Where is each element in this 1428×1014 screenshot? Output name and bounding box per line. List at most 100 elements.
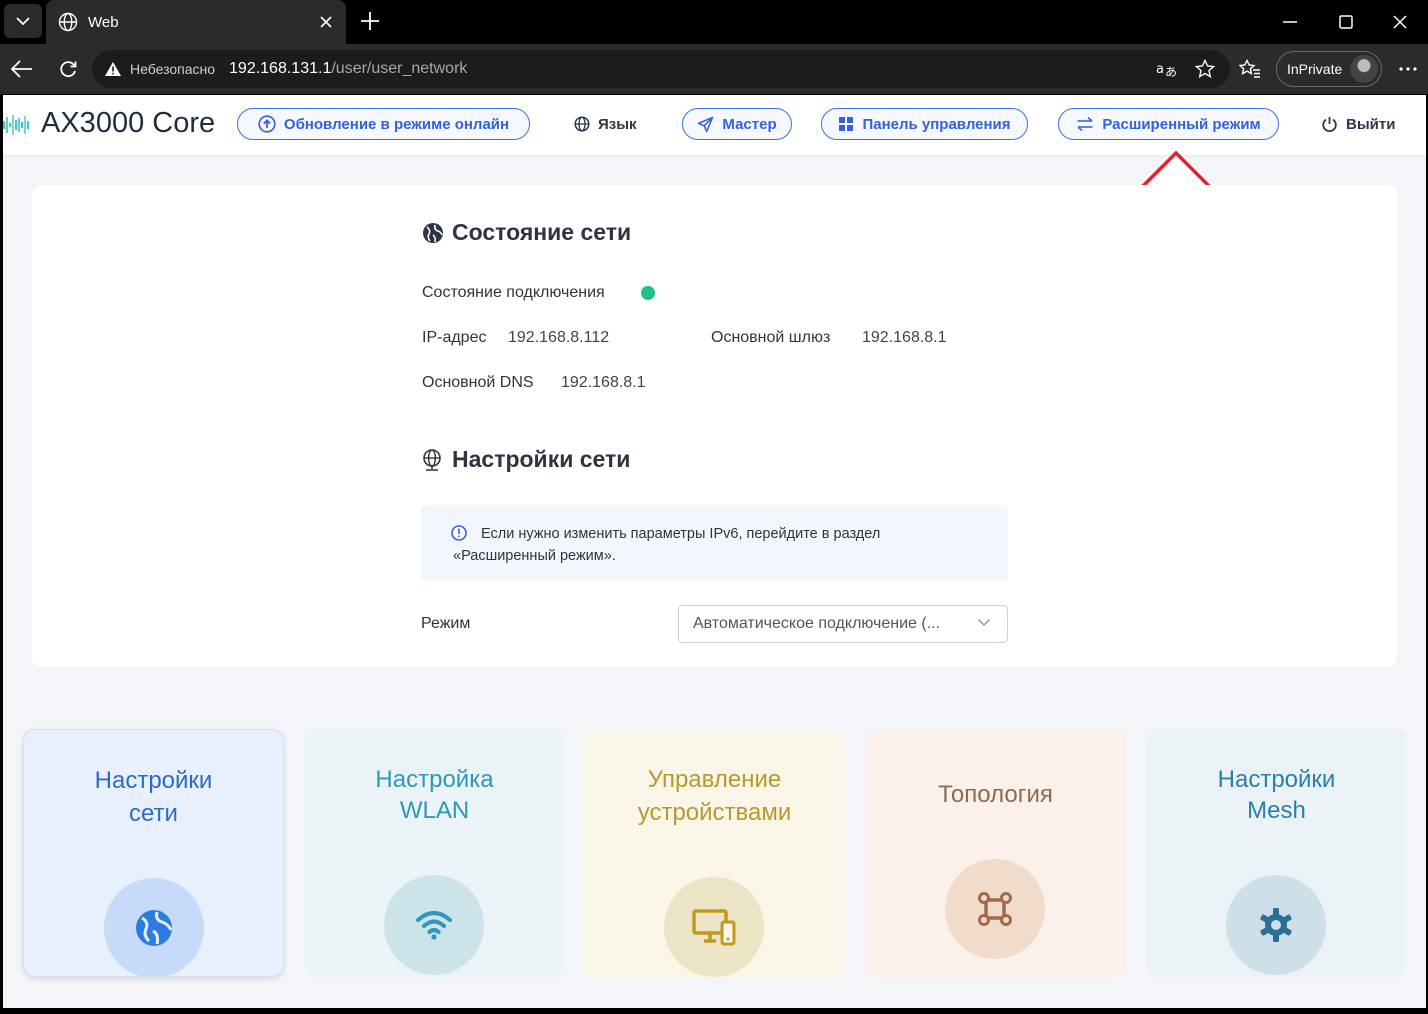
topology-icon [945, 859, 1045, 959]
mode-select[interactable]: Автоматическое подключение (... [678, 605, 1008, 643]
tile-topology[interactable]: Топология [865, 729, 1126, 977]
warning-icon [105, 62, 121, 76]
globe-icon [423, 222, 443, 243]
online-update-button[interactable]: Обновление в режиме онлайн [237, 108, 530, 140]
tile-mesh-settings[interactable]: Настройки Mesh [1146, 729, 1407, 977]
ipv6-notice: Если нужно изменить параметры IPv6, пере… [421, 505, 1008, 581]
router-web-page: AX3000 Core Обновление в режиме онлайн Я… [3, 95, 1426, 1008]
network-card: Состояние сети Состояние подключения IP-… [32, 185, 1397, 667]
tile-label-line1: Настройки [1217, 766, 1336, 793]
translate-icon: aあ [1156, 62, 1177, 79]
favorite-button[interactable] [1190, 56, 1220, 82]
mode-label: Режим [421, 615, 471, 632]
wizard-button[interactable]: Мастер [682, 108, 792, 140]
tile-label-line1: Настройка [375, 766, 494, 793]
chevron-down-icon [16, 17, 30, 26]
dns-label: Основной DNS [422, 374, 534, 391]
tile-label-line2: WLAN [399, 797, 470, 824]
minimize-icon [1283, 21, 1297, 23]
globe-icon [58, 12, 78, 32]
dashboard-icon [839, 117, 854, 131]
language-button[interactable]: Язык [574, 108, 637, 140]
plus-icon [361, 12, 379, 30]
browser-titlebar: Web [0, 0, 1428, 44]
url-host: 192.168.131.1 [229, 60, 332, 77]
advanced-mode-button[interactable]: Расширенный режим [1058, 108, 1279, 140]
bottom-border [0, 1008, 1428, 1014]
brand-title: AX3000 Core [41, 107, 216, 139]
network-status-title-text: Состояние сети [452, 219, 632, 245]
tile-label-line2: устройствами [637, 799, 792, 826]
security-label: Небезопасно [130, 61, 216, 77]
refresh-button[interactable] [50, 52, 86, 86]
more-menu-button[interactable] [1390, 52, 1426, 86]
logo-icon [3, 115, 29, 135]
gateway-value: 192.168.8.1 [862, 329, 947, 346]
gear-icon [1226, 875, 1326, 975]
ip-address-value: 192.168.8.112 [508, 329, 610, 346]
logout-button[interactable]: Выйти [1321, 108, 1395, 140]
power-icon [1322, 116, 1337, 132]
swap-icon [1077, 116, 1093, 132]
favorites-button[interactable] [1232, 52, 1268, 86]
connection-status-label: Состояние подключения [422, 284, 605, 301]
close-icon [320, 16, 332, 28]
new-tab-button[interactable] [352, 4, 388, 38]
address-bar[interactable]: Небезопасно 192.168.131.1/user/user_netw… [92, 50, 1230, 88]
close-tab-button[interactable] [312, 8, 340, 36]
wizard-label: Мастер [722, 115, 777, 133]
tile-label-line1: Настройки [94, 767, 213, 794]
close-icon [1393, 15, 1407, 29]
network-settings-icon [423, 448, 441, 471]
browser-tab[interactable]: Web [46, 0, 346, 44]
chevron-down-icon [978, 619, 990, 626]
star-icon [1195, 59, 1215, 79]
logout-label: Выйти [1346, 115, 1396, 133]
url-path: /user/user_network [331, 60, 468, 77]
dashboard-button[interactable]: Панель управления [821, 108, 1028, 140]
gateway-label: Основной шлюз [711, 329, 831, 346]
close-window-button[interactable] [1372, 0, 1428, 44]
mode-select-value: Автоматическое подключение (... [693, 615, 941, 632]
more-icon [1399, 67, 1417, 71]
refresh-icon [60, 61, 77, 78]
dns-value: 192.168.8.1 [561, 374, 646, 391]
ip-address-label: IP-адрес [422, 329, 487, 346]
advanced-mode-label: Расширенный режим [1102, 115, 1261, 133]
translate-button[interactable]: aあ [1152, 56, 1182, 82]
devices-icon [664, 877, 764, 977]
online-update-label: Обновление в режиме онлайн [283, 115, 510, 133]
tile-label-line1: Управление [647, 766, 782, 793]
tile-device-management[interactable]: Управление устройствами [584, 729, 845, 977]
svg-text:あ: あ [1165, 65, 1177, 79]
tile-wlan-settings[interactable]: Настройка WLAN [304, 729, 565, 977]
maximize-button[interactable] [1318, 0, 1374, 44]
send-icon [698, 116, 714, 132]
dashboard-label: Панель управления [862, 115, 1011, 133]
inprivate-button[interactable]: InPrivate [1276, 51, 1382, 87]
network-settings-title-text: Настройки сети [452, 446, 631, 472]
ipv6-notice-line2: «Расширенный режим». [453, 548, 616, 564]
tile-label-line1: Топология [938, 781, 1053, 808]
back-button[interactable] [4, 52, 40, 86]
info-icon [451, 525, 467, 541]
network-settings-title: Настройки сети [420, 446, 630, 473]
connection-status-indicator [641, 286, 655, 300]
svg-text:a: a [1156, 62, 1164, 77]
minimize-button[interactable] [1262, 0, 1318, 44]
tab-list-button[interactable] [4, 4, 42, 38]
wifi-icon [384, 875, 484, 975]
tile-label-line2: сети [129, 800, 178, 827]
globe-icon [574, 116, 590, 132]
maximize-icon [1339, 15, 1353, 29]
language-label: Язык [598, 115, 637, 133]
browser-toolbar: Небезопасно 192.168.131.1/user/user_netw… [0, 44, 1428, 94]
avatar [1350, 55, 1379, 83]
globe-icon [104, 878, 204, 976]
tile-network-settings[interactable]: Настройки сети [23, 729, 284, 977]
arrow-left-icon [11, 60, 32, 78]
network-status-title: Состояние сети [422, 219, 631, 246]
tab-title: Web [88, 13, 119, 31]
inprivate-label: InPrivate [1287, 61, 1343, 77]
upload-circle-icon [258, 115, 276, 133]
